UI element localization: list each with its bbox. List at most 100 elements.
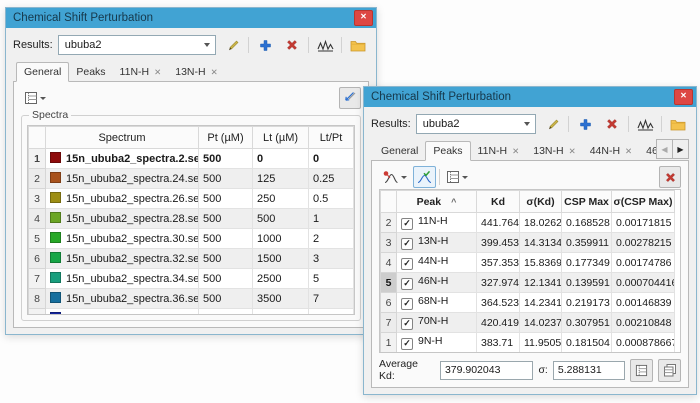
lt-value: 500: [253, 209, 309, 229]
peak-row[interactable]: 5✓46N-H327.97412.13410.1395910.000704416: [381, 273, 675, 293]
add-plus-icon: [258, 38, 273, 53]
corner-header: [381, 191, 397, 213]
average-kd-field[interactable]: 379.902043: [440, 361, 534, 380]
tab-scroll-buttons: ◀ ▶: [657, 139, 689, 159]
lt-value: 125: [253, 169, 309, 189]
tab-13n-h[interactable]: 13N-H✕: [526, 142, 582, 160]
peak-checkbox[interactable]: ✓: [401, 278, 413, 290]
peak-cell: ✓11N-H: [397, 213, 477, 233]
open-folder-button[interactable]: [347, 34, 369, 56]
sigma-kd-value: 14.2341: [520, 293, 562, 313]
delete-results-button[interactable]: [281, 34, 303, 56]
peak-checkbox[interactable]: ✓: [401, 318, 413, 330]
tab-44n-h[interactable]: 44N-H✕: [583, 142, 639, 160]
column-header-ltpt[interactable]: Lt/Pt: [309, 127, 354, 149]
peak-checkbox[interactable]: ✓: [401, 338, 413, 350]
tab-close-icon[interactable]: ✕: [211, 68, 218, 76]
tab-11n-h[interactable]: 11N-H✕: [471, 142, 527, 160]
tab-close-icon[interactable]: ✕: [154, 68, 161, 76]
spectra-row[interactable]: 715n_ububa2_spectra.34.ser50025005: [29, 269, 354, 289]
peak-row[interactable]: 7✓70N-H420.41914.02370.3079510.00210848: [381, 313, 675, 333]
peak-fit-button[interactable]: [413, 166, 436, 188]
spectra-row[interactable]: 415n_ububa2_spectra.28.ser5005001: [29, 209, 354, 229]
spectrum-name: 15n_ububa2_spectra.24.ser: [66, 173, 199, 185]
peak-row[interactable]: 6✓68N-H364.52314.23410.2191730.00146839: [381, 293, 675, 313]
peak-checkbox[interactable]: ✓: [401, 238, 413, 250]
row-number: 2: [29, 169, 46, 189]
tab-close-icon[interactable]: ✕: [512, 147, 519, 155]
tab-close-icon[interactable]: ✕: [569, 147, 576, 155]
peak-checkbox[interactable]: ✓: [401, 298, 413, 310]
table-menu-button[interactable]: [443, 166, 471, 188]
spectrum-name: 15n_ububa2_spectra.28.ser: [66, 213, 199, 225]
tab-close-icon[interactable]: ✕: [625, 147, 632, 155]
peak-row[interactable]: 2✓11N-H441.76418.02620.1685280.00171815: [381, 213, 675, 233]
tab-general[interactable]: General: [374, 142, 425, 160]
titlebar[interactable]: Chemical Shift Perturbation ✕: [6, 8, 376, 28]
column-header-spectrum[interactable]: Spectrum: [46, 127, 199, 149]
close-button[interactable]: ✕: [674, 89, 693, 105]
kd-value: 327.974: [477, 273, 520, 293]
copy-table-button[interactable]: [658, 359, 681, 382]
show-chart-button[interactable]: [634, 113, 656, 135]
column-header-peak[interactable]: Peak^: [397, 191, 477, 213]
table-menu-icon: [446, 170, 460, 184]
tab-scroll-right-button[interactable]: ▶: [672, 139, 689, 159]
tab-general[interactable]: General: [16, 62, 69, 82]
ltpt-value: 2: [309, 229, 354, 249]
edit-results-button[interactable]: [541, 113, 563, 135]
close-button[interactable]: ✕: [354, 10, 373, 26]
add-results-button[interactable]: [574, 113, 596, 135]
row-number: 3: [29, 189, 46, 209]
delete-results-button[interactable]: [601, 113, 623, 135]
peak-checkbox[interactable]: ✓: [401, 258, 413, 270]
column-header-lt[interactable]: Lt (µM): [253, 127, 309, 149]
separator: [341, 37, 342, 53]
spectra-row[interactable]: 815n_ububa2_spectra.36.ser50035007: [29, 289, 354, 309]
spectrum-name: 15n_ububa2_spectra.34.ser: [66, 273, 199, 285]
spectra-row[interactable]: 215n_ububa2_spectra.24.ser5001250.25: [29, 169, 354, 189]
spectrum-color-swatch: [50, 312, 61, 315]
open-folder-button[interactable]: [667, 113, 689, 135]
results-combobox[interactable]: ububa2: [416, 114, 536, 134]
corner-header: [29, 127, 46, 149]
edit-results-button[interactable]: [221, 34, 243, 56]
tab-peaks[interactable]: Peaks: [69, 63, 112, 81]
peak-checkbox[interactable]: ✓: [401, 218, 413, 230]
window-title: Chemical Shift Perturbation: [13, 12, 153, 24]
peak-row[interactable]: 4✓44N-H357.35315.83690.1773490.00174786: [381, 253, 675, 273]
lt-value: 3500: [253, 289, 309, 309]
pt-value: 500: [199, 309, 253, 316]
sigma-field[interactable]: 5.288131: [553, 361, 625, 380]
column-header-sigma-kd[interactable]: σ(Kd): [520, 191, 562, 213]
column-header-kd[interactable]: Kd: [477, 191, 520, 213]
delete-peak-button[interactable]: [659, 166, 681, 188]
spectra-row[interactable]: 615n_ububa2_spectra.32.ser50015003: [29, 249, 354, 269]
column-header-csp-max[interactable]: CSP Max: [562, 191, 612, 213]
spectra-row[interactable]: 515n_ububa2_spectra.30.ser50010002: [29, 229, 354, 249]
add-results-button[interactable]: [254, 34, 276, 56]
results-combobox[interactable]: ububa2: [58, 35, 216, 55]
titlebar[interactable]: Chemical Shift Perturbation ✕: [364, 87, 696, 107]
table-menu-button[interactable]: [21, 87, 49, 109]
peak-row[interactable]: 3✓13N-H399.45314.31340.3599110.00278215: [381, 233, 675, 253]
row-number: 4: [381, 253, 397, 273]
assign-tool-button[interactable]: [339, 87, 361, 109]
show-table-button[interactable]: [630, 359, 653, 382]
peak-row[interactable]: 1✓9N-H383.7111.95050.1815040.000878667: [381, 333, 675, 353]
show-chart-button[interactable]: [314, 34, 336, 56]
peak-pick-button[interactable]: [379, 166, 410, 188]
spectra-table-body: 115n_ububa2_spectra.2.ser50000215n_ububa…: [29, 149, 354, 316]
peak-cell: ✓9N-H: [397, 333, 477, 353]
spectra-row[interactable]: 315n_ububa2_spectra.26.ser5002500.5: [29, 189, 354, 209]
spectra-row[interactable]: 115n_ububa2_spectra.2.ser50000: [29, 149, 354, 169]
sigma-csp-max-value: 0.000878667: [612, 333, 675, 353]
column-header-pt[interactable]: Pt (µM): [199, 127, 253, 149]
tab-11n-h[interactable]: 11N-H✕: [113, 63, 169, 81]
tab-scroll-left-button[interactable]: ◀: [656, 139, 673, 159]
column-header-sigma-csp-max[interactable]: σ(CSP Max): [612, 191, 675, 213]
spectra-row[interactable]: 915n_ububa2_spectra.38.ser50045009: [29, 309, 354, 316]
tab-peaks[interactable]: Peaks: [425, 141, 470, 161]
spectrum-cell: 15n_ububa2_spectra.36.ser: [46, 289, 199, 309]
tab-13n-h[interactable]: 13N-H✕: [168, 63, 224, 81]
